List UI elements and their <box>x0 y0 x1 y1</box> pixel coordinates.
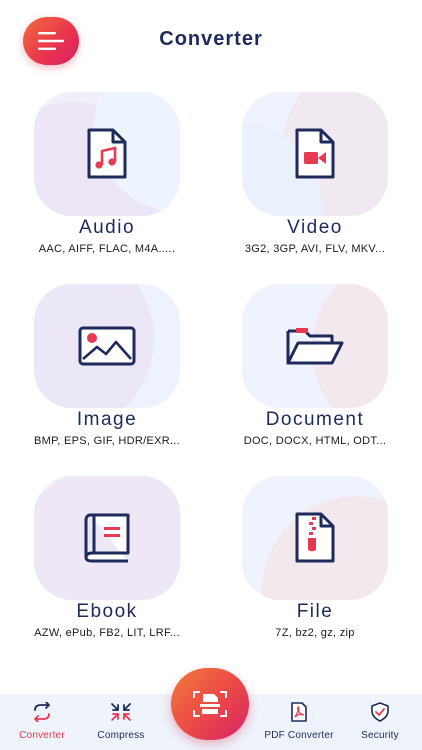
image-icon <box>78 326 136 366</box>
folder-icon <box>286 328 344 365</box>
video-file-icon <box>295 128 335 179</box>
page-title: Converter <box>159 28 263 50</box>
tab-converter[interactable]: Converter <box>2 701 82 741</box>
scanner-icon <box>193 691 227 717</box>
zip-file-icon <box>295 512 335 563</box>
ebook-title: Ebook <box>76 601 138 622</box>
audio-formats: AAC, AIFF, FLAC, M4A..... <box>38 243 176 255</box>
tab-compress-label: Compress <box>97 730 145 741</box>
scan-button[interactable] <box>171 668 249 740</box>
file-card[interactable] <box>242 476 388 600</box>
tab-security-label: Security <box>361 730 399 741</box>
ebook-formats: AZW, ePub, FB2, LIT, LRF... <box>34 627 180 639</box>
audio-card[interactable] <box>34 92 180 216</box>
document-formats: DOC, DOCX, HTML, ODT... <box>243 435 387 447</box>
tab-converter-label: Converter <box>19 730 65 741</box>
audio-file-icon <box>87 128 127 179</box>
convert-arrows-icon <box>34 701 50 723</box>
tab-compress[interactable]: Compress <box>81 702 161 741</box>
ebook-card[interactable] <box>34 476 180 600</box>
document-title: Document <box>265 409 365 430</box>
video-title: Video <box>287 217 343 238</box>
pdf-file-icon <box>291 702 307 722</box>
shield-check-icon <box>371 702 389 722</box>
compress-arrows-icon <box>111 703 131 721</box>
image-card[interactable] <box>34 284 180 408</box>
video-card[interactable] <box>242 92 388 216</box>
tab-security[interactable]: Security <box>340 702 420 741</box>
file-formats: 7Z, bz2, gz, zip <box>275 627 355 639</box>
audio-title: Audio <box>78 217 136 238</box>
tab-pdf-converter-label: PDF Converter <box>264 730 334 741</box>
document-card[interactable] <box>242 284 388 408</box>
image-title: Image <box>76 409 138 430</box>
tab-pdf-converter[interactable]: PDF Converter <box>259 702 339 741</box>
video-formats: 3G2, 3GP, AVI, FLV, MKV... <box>244 243 386 255</box>
book-icon <box>84 513 130 563</box>
image-formats: BMP, EPS, GIF, HDR/EXR... <box>33 435 181 447</box>
file-title: File <box>296 601 334 622</box>
